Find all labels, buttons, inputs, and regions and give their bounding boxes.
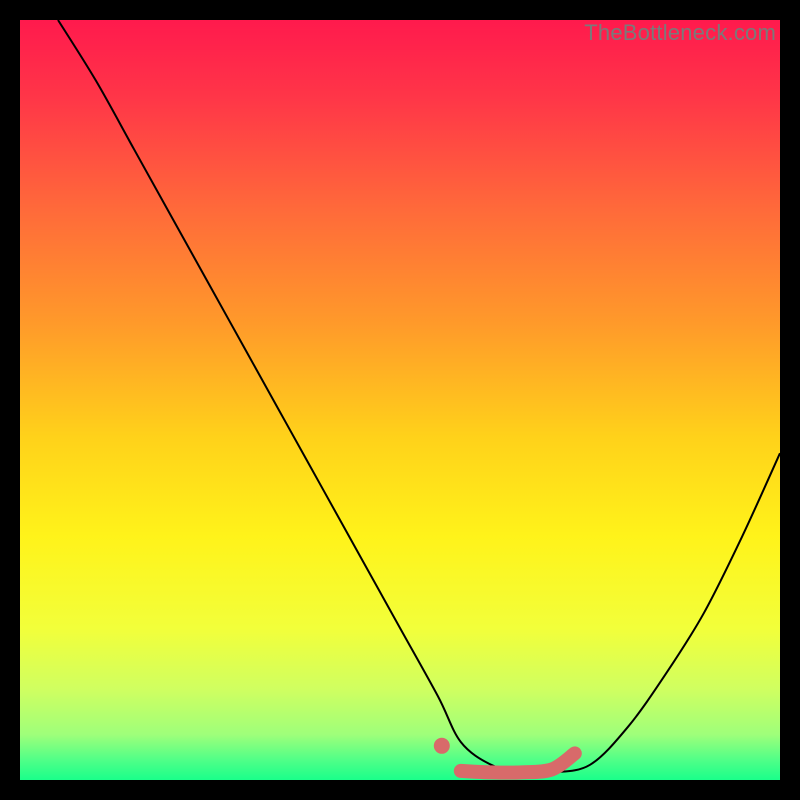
chart-frame: TheBottleneck.com [20, 20, 780, 780]
highlight-dot [434, 738, 450, 754]
plot-svg [20, 20, 780, 780]
bottleneck-curve [58, 20, 780, 773]
